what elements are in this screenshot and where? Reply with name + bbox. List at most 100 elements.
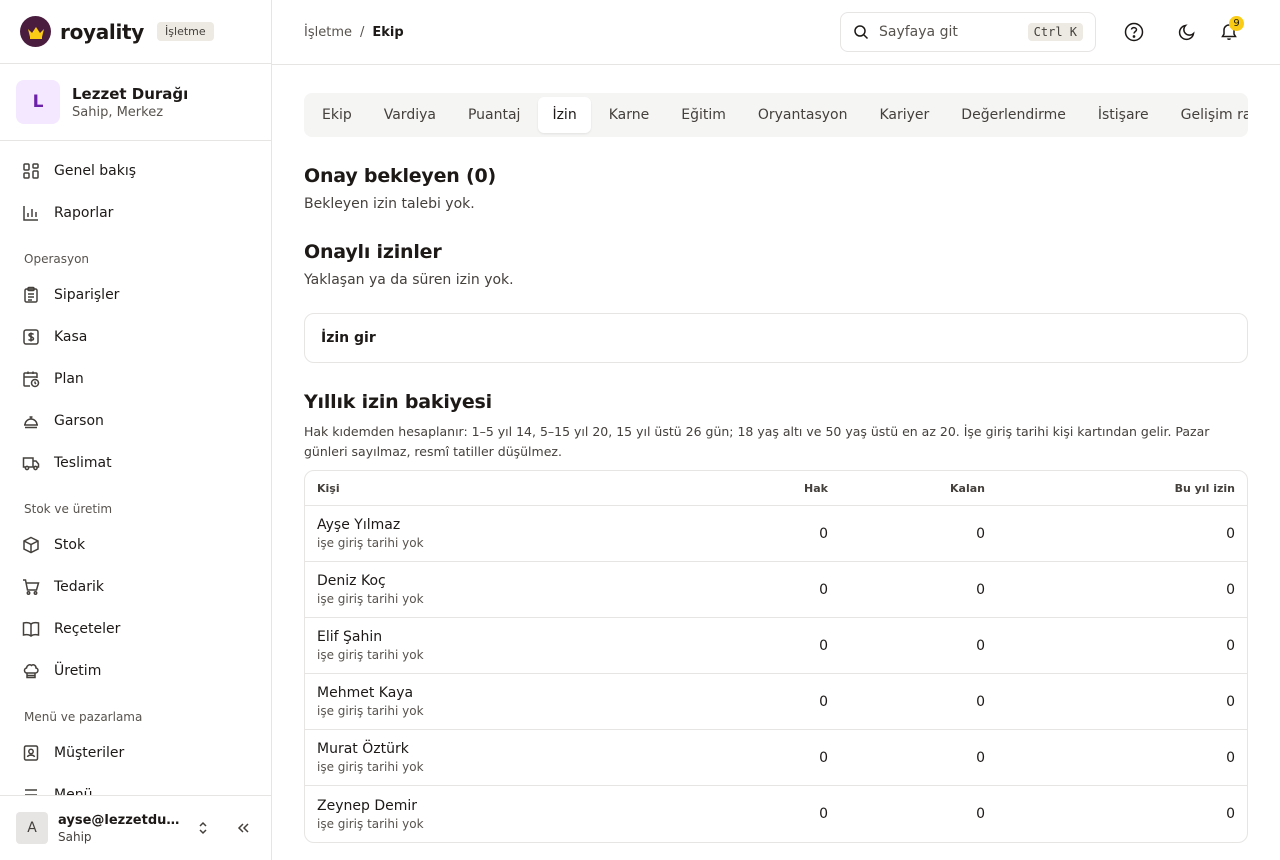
dollar-icon bbox=[23, 329, 39, 345]
this-year-value: 0 bbox=[1226, 693, 1235, 710]
bar-chart-icon bbox=[23, 206, 38, 221]
crown-logo-icon bbox=[20, 16, 51, 47]
this-year-value: 0 bbox=[1226, 806, 1235, 822]
col-entitlement: Hak bbox=[804, 481, 828, 495]
approved-section: Onaylı izinler Yaklaşan ya da süren izin… bbox=[304, 241, 1248, 288]
tab-puantaj[interactable]: Puantaj bbox=[454, 97, 534, 133]
col-remaining: Kalan bbox=[950, 481, 985, 495]
sidebar-item-label: Genel bakış bbox=[54, 163, 137, 179]
cart-icon bbox=[23, 579, 40, 595]
person-start-date: işe giriş tarihi yok bbox=[317, 592, 424, 606]
approved-empty-text: Yaklaşan ya da süren izin yok. bbox=[304, 272, 514, 288]
sidebar-item-tedarik[interactable]: Tedarik bbox=[8, 566, 263, 608]
user-email: ayse@lezzetduragi.com bbox=[58, 812, 181, 828]
remaining-value: 0 bbox=[976, 806, 985, 822]
remaining-value: 0 bbox=[976, 525, 985, 542]
tab-vardiya[interactable]: Vardiya bbox=[370, 97, 450, 133]
person-name: Murat Öztürk bbox=[317, 741, 409, 757]
tab-ekip[interactable]: Ekip bbox=[308, 97, 366, 133]
tab-egitim[interactable]: Eğitim bbox=[667, 97, 740, 133]
sidebar-item-siparisler[interactable]: Siparişler bbox=[8, 274, 263, 316]
balance-note: Hak kıdemden hesaplanır: 1–5 yıl 14, 5–1… bbox=[304, 424, 1210, 459]
calendar-clock-icon bbox=[23, 371, 40, 388]
sidebar-item-teslimat[interactable]: Teslimat bbox=[8, 442, 263, 484]
entitlement-value: 0 bbox=[819, 637, 828, 654]
search-input[interactable]: Sayfaya git Ctrl K bbox=[840, 12, 1096, 52]
pending-empty-text: Bekleyen izin talebi yok. bbox=[304, 196, 475, 212]
tab-karne[interactable]: Karne bbox=[595, 97, 664, 133]
this-year-value: 0 bbox=[1226, 581, 1235, 598]
business-name: Lezzet Durağı bbox=[72, 84, 189, 103]
avatar: A bbox=[16, 812, 48, 844]
topbar: İşletme / Ekip Sayfaya git Ctrl K 9 bbox=[272, 0, 1280, 65]
col-person: Kişi bbox=[317, 481, 340, 495]
sidebar-item-label: Kasa bbox=[54, 329, 88, 345]
user-menu[interactable]: A ayse@lezzetduragi.com Sahip bbox=[0, 795, 271, 860]
main-content: İşletme / Ekip Sayfaya git Ctrl K 9 Ekip… bbox=[272, 0, 1280, 860]
leave-entry-toggle[interactable]: İzin gir bbox=[304, 313, 1248, 363]
book-icon bbox=[22, 621, 40, 637]
sidebar: royality İşletme L Lezzet Durağı Sahip, … bbox=[0, 0, 272, 860]
tab-gelisim-raporu[interactable]: Gelişim raporu bbox=[1167, 97, 1248, 133]
approved-title: Onaylı izinler bbox=[304, 241, 442, 263]
tab-istisare[interactable]: İstişare bbox=[1084, 97, 1163, 133]
notifications-button[interactable]: 9 bbox=[1210, 13, 1248, 51]
nav-section-operasyon: Operasyon bbox=[24, 252, 90, 266]
table-row: Deniz Koç işe giriş tarihi yok 0 0 0 bbox=[305, 562, 1247, 618]
sidebar-item-menu[interactable]: Menü bbox=[8, 774, 263, 795]
entitlement-value: 0 bbox=[819, 749, 828, 766]
sidebar-item-uretim[interactable]: Üretim bbox=[8, 650, 263, 692]
business-switcher[interactable]: L Lezzet Durağı Sahip, Merkez bbox=[0, 64, 271, 141]
entitlement-value: 0 bbox=[819, 693, 828, 710]
clipboard-icon bbox=[24, 286, 38, 303]
sidebar-item-label: Garson bbox=[54, 413, 104, 429]
remaining-value: 0 bbox=[976, 693, 985, 710]
this-year-value: 0 bbox=[1226, 637, 1235, 654]
search-icon bbox=[854, 25, 869, 40]
table-header: Kişi Hak Kalan Bu yıl izin bbox=[305, 471, 1247, 506]
sidebar-item-receteler[interactable]: Reçeteler bbox=[8, 608, 263, 650]
cloche-icon bbox=[24, 416, 38, 429]
sidebar-item-label: Reçeteler bbox=[54, 621, 121, 637]
entitlement-value: 0 bbox=[819, 581, 828, 598]
box-icon bbox=[23, 536, 39, 554]
brand-name: royality bbox=[60, 19, 145, 44]
sidebar-item-label: Siparişler bbox=[54, 287, 120, 303]
sidebar-item-musteriler[interactable]: Müşteriler bbox=[8, 732, 263, 774]
breadcrumb-parent[interactable]: İşletme bbox=[304, 25, 352, 40]
nav-section-menu: Menü ve pazarlama bbox=[24, 710, 143, 724]
help-button[interactable] bbox=[1115, 13, 1153, 51]
sidebar-item-raporlar[interactable]: Raporlar bbox=[8, 192, 263, 234]
entitlement-value: 0 bbox=[819, 525, 828, 542]
brand-header: royality İşletme bbox=[0, 0, 271, 64]
sidebar-item-plan[interactable]: Plan bbox=[8, 358, 263, 400]
tab-kariyer[interactable]: Kariyer bbox=[865, 97, 943, 133]
remaining-value: 0 bbox=[976, 637, 985, 654]
truck-icon bbox=[22, 457, 40, 471]
search-placeholder: Sayfaya git bbox=[879, 24, 958, 40]
balance-section: Yıllık izin bakiyesi Hak kıdemden hesapl… bbox=[304, 391, 1248, 843]
user-role: Sahip bbox=[58, 829, 92, 844]
grid-icon bbox=[23, 163, 39, 179]
tab-izin[interactable]: İzin bbox=[538, 97, 591, 133]
pending-section: Onay bekleyen (0) Bekleyen izin talebi y… bbox=[304, 165, 1248, 212]
person-start-date: işe giriş tarihi yok bbox=[317, 816, 424, 831]
sidebar-item-label: Raporlar bbox=[54, 205, 114, 221]
collapse-sidebar-icon[interactable] bbox=[231, 816, 255, 840]
chevrons-up-down-icon[interactable] bbox=[191, 816, 215, 840]
tab-degerlendirme[interactable]: Değerlendirme bbox=[947, 97, 1080, 133]
sidebar-item-genel-bakis[interactable]: Genel bakış bbox=[8, 150, 263, 192]
moon-icon bbox=[1178, 24, 1195, 41]
tab-oryantasyon[interactable]: Oryantasyon bbox=[744, 97, 862, 133]
sidebar-item-stok[interactable]: Stok bbox=[8, 524, 263, 566]
sidebar-item-kasa[interactable]: Kasa bbox=[8, 316, 263, 358]
theme-toggle-button[interactable] bbox=[1168, 13, 1206, 51]
remaining-value: 0 bbox=[976, 749, 985, 766]
col-this-year: Bu yıl izin bbox=[1174, 481, 1235, 495]
sidebar-item-label: Üretim bbox=[54, 663, 102, 679]
sidebar-item-label: Stok bbox=[54, 537, 86, 553]
balance-table: Kişi Hak Kalan Bu yıl izin Ayşe Yılmaz iş… bbox=[304, 470, 1248, 843]
menu-icon bbox=[25, 789, 37, 795]
entitlement-value: 0 bbox=[819, 806, 828, 822]
sidebar-item-garson[interactable]: Garson bbox=[8, 400, 263, 442]
